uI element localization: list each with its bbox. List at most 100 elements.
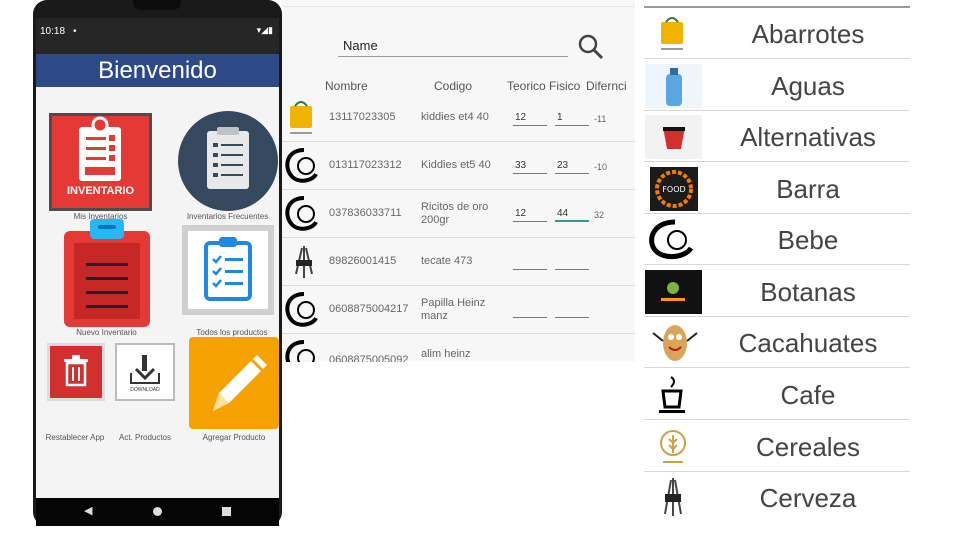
agregar-producto-tile[interactable]: [189, 337, 279, 429]
category-item-cacahuates[interactable]: Cacahuates: [644, 317, 910, 368]
product-name: alim heinz: [421, 348, 471, 360]
difference-value: -10: [594, 162, 608, 172]
category-label: Cafe: [780, 380, 836, 410]
teorico-input[interactable]: [513, 256, 547, 270]
category-item-bebe[interactable]: Bebe: [644, 214, 910, 265]
inventarios-frecuentes-tile[interactable]: [177, 111, 279, 211]
teorico-input[interactable]: [513, 304, 547, 318]
category-item-botanas[interactable]: Botanas: [644, 266, 910, 317]
category-label: Aguas: [771, 71, 845, 101]
category-item-abarrotes[interactable]: Abarrotes: [644, 8, 910, 59]
nuevo-inventario-label: Nuevo Inventario: [76, 328, 137, 337]
clipboard-list-icon: [178, 111, 278, 211]
product-name: Ricitos de oro 200gr: [421, 201, 489, 226]
product-name: tecate 473: [421, 255, 473, 267]
fisico-input[interactable]: 1: [555, 112, 589, 126]
beer-logo: [295, 246, 313, 278]
water-bottle-icon: [645, 64, 702, 108]
product-row[interactable]: 013117023312 Kiddies et5 40 33 23 -10: [282, 142, 635, 190]
home-screen: INVENTARIO Mis Inventarios Inventarios F…: [36, 87, 279, 498]
category-item-cerveza[interactable]: Cerveza: [644, 472, 910, 523]
teorico-input[interactable]: 12: [513, 208, 547, 222]
product-code: 13117023305: [329, 111, 396, 123]
baby-logo: [285, 148, 318, 183]
mis-inventarios-tile[interactable]: INVENTARIO: [49, 113, 152, 211]
header-fisico: Fisico: [549, 79, 581, 93]
product-list-screen: Name Nombre Codigo Teorico Fisico Difern…: [282, 0, 635, 362]
recents-icon[interactable]: [222, 507, 231, 516]
todos-productos-tile[interactable]: [182, 225, 274, 315]
category-item-alternativas[interactable]: Alternativas: [644, 111, 910, 162]
category-label: Cacahuates: [738, 328, 878, 358]
header-nombre: Nombre: [325, 79, 368, 93]
fisico-input[interactable]: 44: [555, 208, 589, 222]
product-code: 013117023312: [329, 159, 402, 171]
inventarios-frecuentes-label: Inventarios Frecuentes: [186, 212, 269, 221]
food-logo: FOOD: [650, 167, 698, 211]
shopping-bag-logo: [290, 101, 312, 134]
category-label: Cereales: [755, 432, 861, 462]
app-title: Bienvenido: [36, 54, 279, 87]
teorico-input[interactable]: 12: [513, 112, 547, 126]
restablecer-label: Restablecer App: [45, 433, 105, 442]
baby-logo: [285, 340, 315, 362]
status-bar: 10:18 • ▾◢▮: [36, 18, 279, 54]
header-diferencia: Difernci: [586, 79, 627, 93]
beer-logo: [664, 478, 682, 516]
category-label: Botanas: [760, 277, 856, 307]
agregar-producto-label: Agregar Producto: [202, 433, 266, 442]
shopping-bag-logo: [661, 17, 683, 50]
phone-notch: [133, 0, 181, 10]
product-row[interactable]: 13117023305 kiddies et4 40 12 1 -11: [282, 94, 635, 142]
snack-logo: [645, 270, 702, 314]
header-teorico: Teorico: [507, 79, 546, 93]
category-item-barra[interactable]: FOOD Barra: [644, 163, 910, 214]
red-cup-icon: [645, 115, 702, 159]
wheat-logo: [660, 430, 686, 463]
product-name: Kiddies et5 40: [421, 159, 491, 171]
baby-logo: [649, 219, 694, 259]
search-underline: [338, 56, 568, 57]
product-row[interactable]: 037836033711 Ricitos de oro 200gr 12 44 …: [282, 190, 635, 238]
back-icon[interactable]: ◀: [84, 504, 92, 517]
fisico-input[interactable]: [555, 304, 589, 318]
inventario-caption: INVENTARIO: [66, 185, 135, 197]
act-productos-tile[interactable]: DOWNLOAD: [115, 343, 175, 401]
teorico-input[interactable]: 33: [513, 160, 547, 174]
product-row[interactable]: 0608875004217 Papilla Heinz manz: [282, 286, 635, 334]
category-item-cafe[interactable]: Cafe: [644, 369, 910, 420]
android-nav-bar: ◀: [36, 498, 279, 526]
difference-value: 32: [594, 210, 605, 220]
category-label: Barra: [776, 174, 840, 204]
fisico-input[interactable]: [555, 256, 589, 270]
category-list-screen: Abarrotes Aguas Alternativas FOOD Barra: [644, 6, 910, 518]
product-code: 89826001415: [329, 255, 397, 267]
signal-battery-icon: ▾◢▮: [256, 25, 273, 35]
search-input[interactable]: Name: [343, 38, 378, 53]
act-productos-label: Act. Productos: [118, 433, 172, 442]
coffee-cup-icon: [659, 376, 685, 413]
restablecer-tile[interactable]: [47, 343, 105, 401]
product-row[interactable]: 0608875005092 alim heinz: [282, 334, 635, 362]
category-item-cereales[interactable]: Cereales: [644, 421, 910, 472]
product-code: 037836033711: [329, 207, 402, 219]
nuevo-inventario-tile[interactable]: [48, 219, 165, 327]
category-label: Cerveza: [759, 483, 857, 513]
product-row[interactable]: 89826001415 tecate 473: [282, 238, 635, 286]
product-name: Papilla Heinz manz: [421, 297, 486, 322]
category-label: Alternativas: [740, 122, 876, 152]
product-name: kiddies et4 40: [421, 111, 489, 123]
peanut-mascot-icon: [652, 325, 698, 361]
trash-icon: [47, 343, 105, 401]
home-icon[interactable]: [153, 507, 162, 516]
status-time: 10:18: [40, 26, 66, 37]
header-codigo: Codigo: [434, 79, 473, 93]
baby-logo: [285, 196, 318, 231]
category-item-aguas[interactable]: Aguas: [644, 60, 910, 111]
product-code: 0608875005092: [329, 354, 409, 362]
phone-frame: 10:18 • ▾◢▮ Bienvenido INVENTARIO Mis In…: [33, 0, 282, 526]
fisico-input[interactable]: 23: [555, 160, 589, 174]
search-icon[interactable]: [576, 32, 606, 60]
checklist-icon: [182, 225, 274, 315]
product-code: 0608875004217: [329, 303, 409, 315]
